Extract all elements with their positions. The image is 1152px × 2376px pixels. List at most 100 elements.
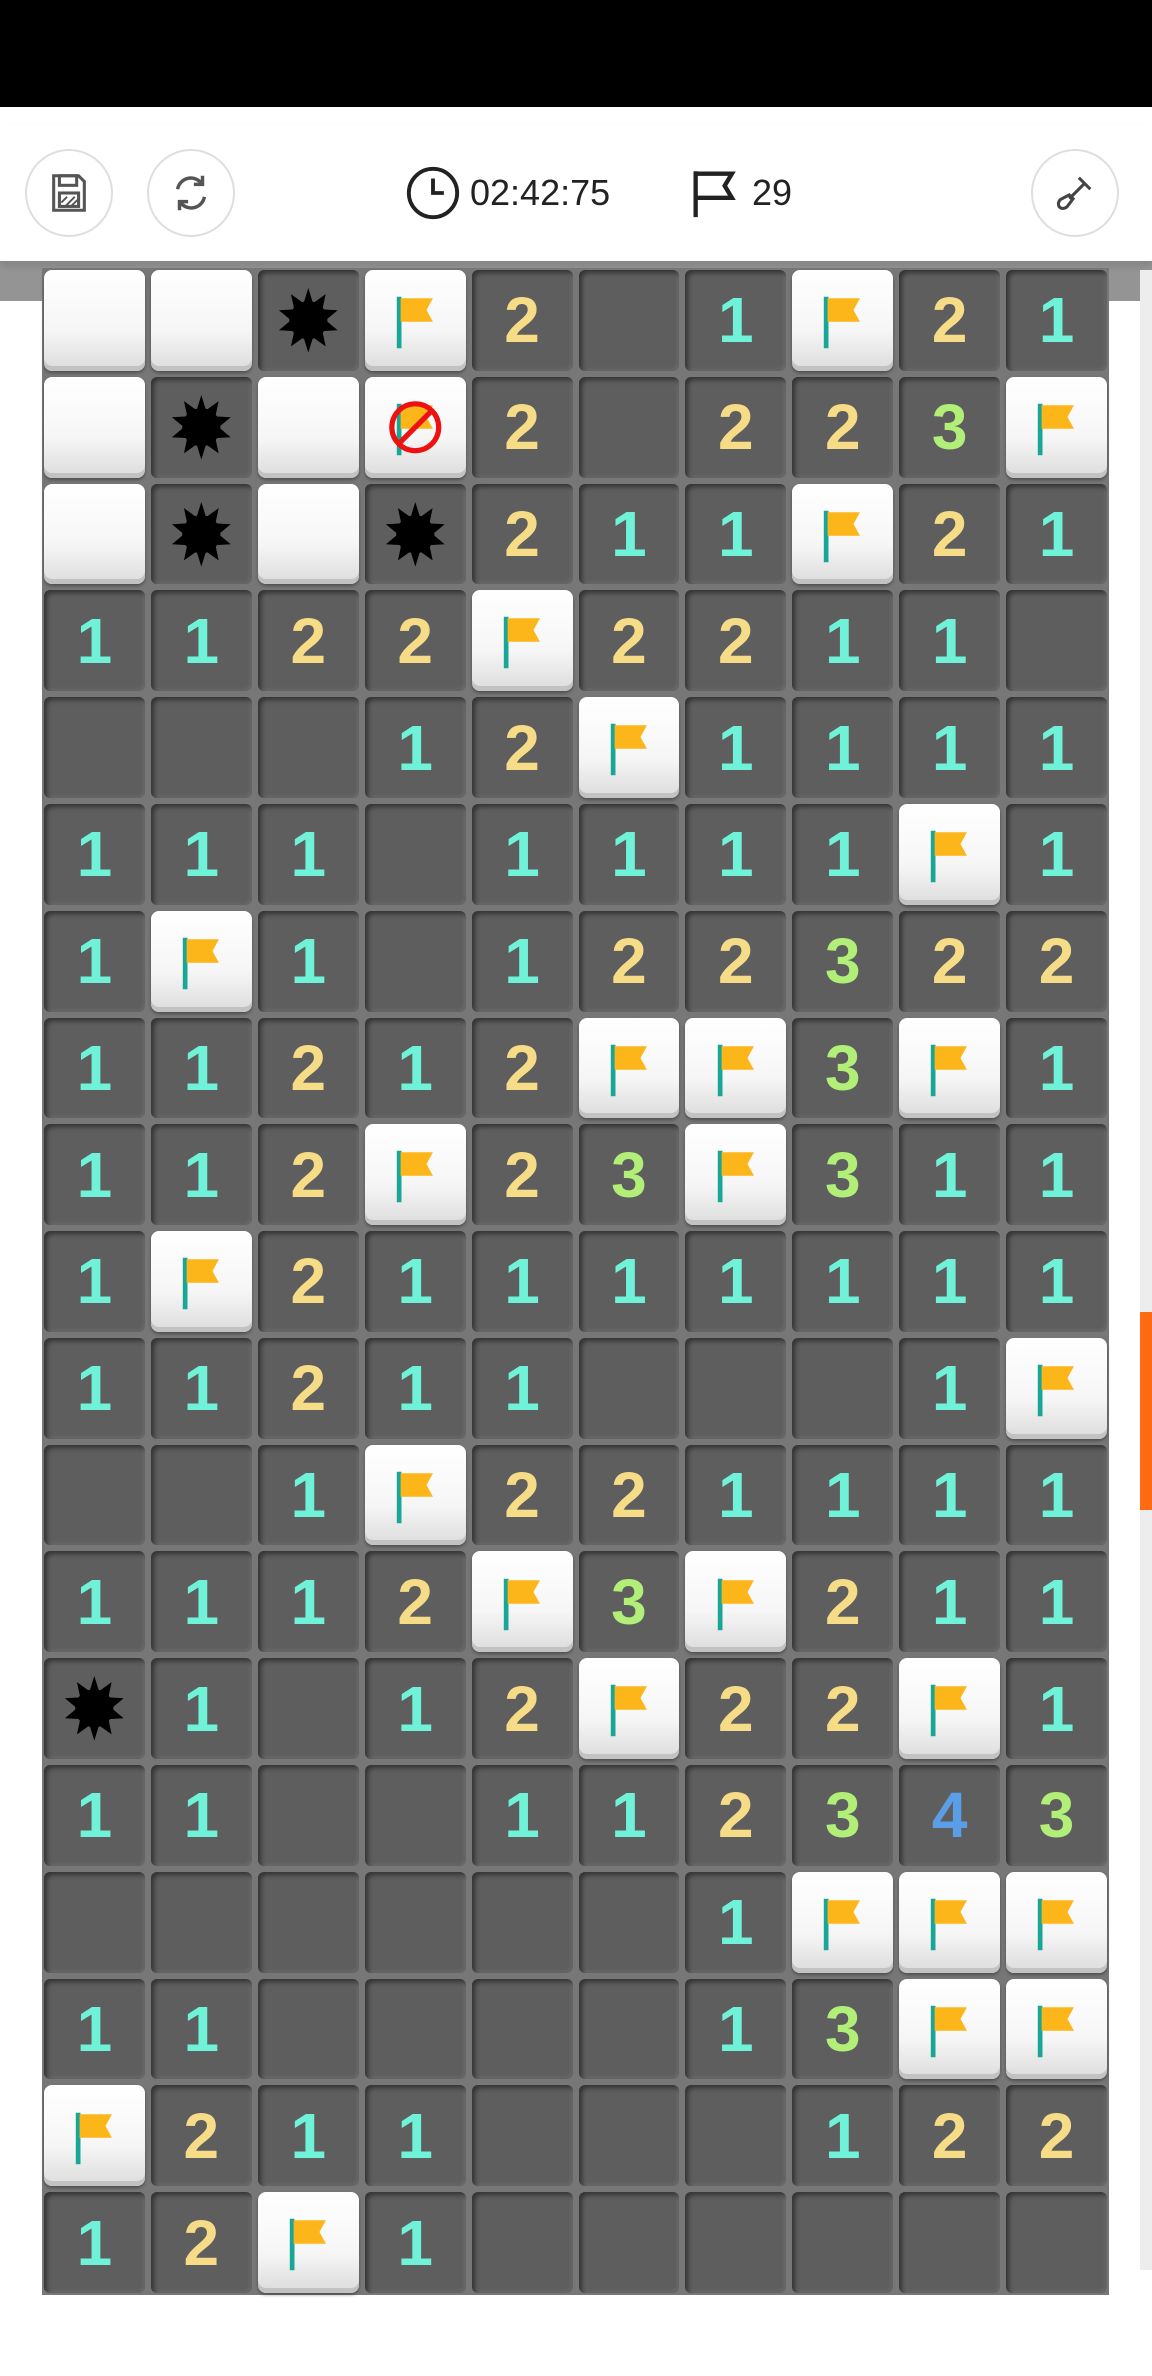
- cell-closed[interactable]: [44, 483, 145, 585]
- cell-number[interactable]: 1: [1006, 803, 1107, 905]
- cell-empty[interactable]: [792, 2192, 894, 2293]
- cell-number[interactable]: 1: [44, 910, 145, 1012]
- cell-number[interactable]: 1: [364, 1017, 466, 1119]
- cell-number[interactable]: 1: [44, 803, 145, 905]
- cell-number[interactable]: 4: [899, 1765, 1001, 1866]
- cell-number[interactable]: 1: [44, 1978, 145, 2080]
- cell-number[interactable]: 2: [1006, 910, 1107, 1012]
- cell-number[interactable]: 2: [471, 483, 573, 585]
- cell-number[interactable]: 1: [1006, 1017, 1107, 1119]
- cell-closed[interactable]: [44, 376, 145, 478]
- cell-number[interactable]: 2: [685, 1765, 787, 1866]
- cell-number[interactable]: 2: [792, 376, 894, 478]
- cell-number[interactable]: 2: [578, 590, 680, 692]
- cell-wrong-flag[interactable]: [364, 376, 466, 478]
- cell-empty[interactable]: [257, 1871, 359, 1973]
- cell-number[interactable]: 1: [685, 697, 787, 798]
- cell-number[interactable]: 2: [471, 270, 573, 371]
- cell-empty[interactable]: [1006, 590, 1107, 692]
- cell-number[interactable]: 1: [899, 1231, 1001, 1332]
- cell-closed[interactable]: [257, 376, 359, 478]
- cell-empty[interactable]: [471, 1978, 573, 2080]
- cell-empty[interactable]: [44, 697, 145, 798]
- cell-number[interactable]: 1: [578, 1231, 680, 1332]
- cell-empty[interactable]: [44, 1444, 145, 1546]
- cell-number[interactable]: 3: [792, 1017, 894, 1119]
- cell-flagged[interactable]: [792, 1871, 894, 1973]
- cell-empty[interactable]: [578, 2192, 680, 2293]
- cell-closed[interactable]: [150, 270, 252, 371]
- cell-number[interactable]: 2: [257, 1337, 359, 1439]
- cell-flagged[interactable]: [364, 1124, 466, 1226]
- cell-number[interactable]: 1: [1006, 1231, 1107, 1332]
- cell-empty[interactable]: [578, 1871, 680, 1973]
- cell-flagged[interactable]: [364, 270, 466, 371]
- cell-number[interactable]: 3: [792, 1765, 894, 1866]
- cell-number[interactable]: 1: [899, 697, 1001, 798]
- cell-number[interactable]: 2: [471, 376, 573, 478]
- cell-number[interactable]: 1: [899, 1444, 1001, 1546]
- cell-number[interactable]: 1: [685, 803, 787, 905]
- cell-number[interactable]: 2: [899, 483, 1001, 585]
- cell-number[interactable]: 1: [471, 1337, 573, 1439]
- cell-empty[interactable]: [257, 1765, 359, 1866]
- cell-number[interactable]: 1: [364, 697, 466, 798]
- cell-empty[interactable]: [899, 2192, 1001, 2293]
- cell-flagged[interactable]: [899, 1658, 1001, 1760]
- cell-number[interactable]: 1: [685, 1231, 787, 1332]
- cell-number[interactable]: 1: [257, 1551, 359, 1653]
- cell-flagged[interactable]: [44, 2085, 145, 2187]
- cell-number[interactable]: 1: [1006, 697, 1107, 798]
- cell-flagged[interactable]: [364, 1444, 466, 1546]
- cell-number[interactable]: 2: [685, 590, 787, 692]
- cell-flagged[interactable]: [150, 910, 252, 1012]
- cell-flagged[interactable]: [792, 483, 894, 585]
- cell-number[interactable]: 1: [150, 1978, 252, 2080]
- cell-number[interactable]: 1: [471, 1231, 573, 1332]
- cell-number[interactable]: 1: [364, 1337, 466, 1439]
- cell-number[interactable]: 1: [44, 2192, 145, 2293]
- cell-number[interactable]: 2: [685, 376, 787, 478]
- cell-number[interactable]: 3: [792, 1978, 894, 2080]
- cell-number[interactable]: 2: [150, 2085, 252, 2187]
- cell-flagged[interactable]: [1006, 1337, 1107, 1439]
- save-button[interactable]: [25, 149, 113, 237]
- cell-flagged[interactable]: [899, 1978, 1001, 2080]
- cell-number[interactable]: 1: [44, 1337, 145, 1439]
- cell-number[interactable]: 1: [257, 2085, 359, 2187]
- cell-number[interactable]: 1: [257, 803, 359, 905]
- cell-flagged[interactable]: [578, 1658, 680, 1760]
- cell-number[interactable]: 2: [257, 1231, 359, 1332]
- scrollbar-thumb[interactable]: [1140, 1312, 1152, 1510]
- cell-number[interactable]: 1: [1006, 1658, 1107, 1760]
- cell-number[interactable]: 1: [150, 1124, 252, 1226]
- cell-number[interactable]: 2: [257, 590, 359, 692]
- cell-number[interactable]: 2: [685, 910, 787, 1012]
- dig-tool-button[interactable]: [1031, 149, 1119, 237]
- cell-number[interactable]: 1: [792, 1231, 894, 1332]
- cell-number[interactable]: 3: [578, 1551, 680, 1653]
- cell-number[interactable]: 1: [364, 1231, 466, 1332]
- cell-number[interactable]: 1: [257, 1444, 359, 1546]
- cell-number[interactable]: 3: [792, 910, 894, 1012]
- cell-number[interactable]: 2: [471, 1658, 573, 1760]
- cell-number[interactable]: 2: [471, 697, 573, 798]
- cell-number[interactable]: 1: [899, 590, 1001, 692]
- cell-number[interactable]: 3: [1006, 1765, 1107, 1866]
- cell-empty[interactable]: [471, 1871, 573, 1973]
- cell-number[interactable]: 1: [44, 1124, 145, 1226]
- cell-number[interactable]: 1: [364, 2085, 466, 2187]
- cell-number[interactable]: 1: [44, 1551, 145, 1653]
- cell-mine[interactable]: [150, 483, 252, 585]
- cell-flagged[interactable]: [685, 1551, 787, 1653]
- cell-number[interactable]: 1: [685, 1871, 787, 1973]
- cell-mine[interactable]: [257, 270, 359, 371]
- cell-number[interactable]: 1: [1006, 1444, 1107, 1546]
- cell-closed[interactable]: [44, 270, 145, 371]
- cell-number[interactable]: 1: [578, 803, 680, 905]
- cell-number[interactable]: 2: [257, 1017, 359, 1119]
- cell-number[interactable]: 1: [792, 2085, 894, 2187]
- cell-flagged[interactable]: [685, 1017, 787, 1119]
- cell-empty[interactable]: [364, 1871, 466, 1973]
- cell-flagged[interactable]: [792, 270, 894, 371]
